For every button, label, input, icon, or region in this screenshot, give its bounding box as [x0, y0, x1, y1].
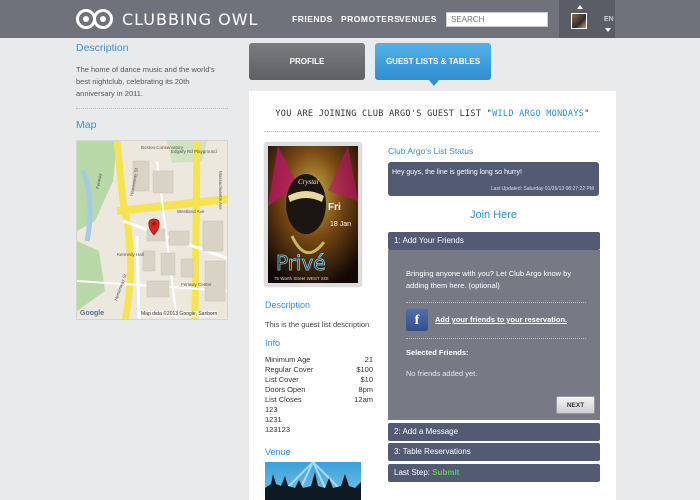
- map-label: Westland Ave: [177, 209, 205, 214]
- logo[interactable]: CLUBBING OWL: [76, 7, 258, 31]
- map-label: Edgwfy Rd Playground: [171, 149, 217, 154]
- search-input[interactable]: [446, 12, 548, 27]
- flyer-brand: Crystal: [298, 178, 319, 186]
- active-tab-pointer: [429, 80, 439, 86]
- nav-friends[interactable]: FRIENDS: [292, 14, 333, 24]
- info-row: Minimum Age 21: [265, 355, 373, 364]
- map-logo: Google: [80, 310, 105, 317]
- step-add-friends-text: Bringing anyone with you? Let Club Argo …: [406, 269, 572, 290]
- list-status-box: Hey guys, the line is getting long so hu…: [388, 162, 599, 196]
- venue-crowd-graphic: [265, 462, 361, 500]
- nav-venues[interactable]: VENUES: [399, 14, 437, 24]
- venue-map[interactable]: Boston Conservatory Edgwfy Rd Playground…: [76, 140, 228, 320]
- arrow-up-icon: [577, 5, 583, 9]
- venue-image[interactable]: [265, 462, 361, 500]
- step-add-friends[interactable]: 1: Add Your Friends: [388, 232, 600, 250]
- tab-profile[interactable]: PROFILE: [249, 43, 365, 80]
- flyer-day: Fri: [328, 202, 341, 213]
- chevron-down-icon[interactable]: [605, 28, 611, 32]
- list-status-heading: Club Argo's List Status: [388, 146, 474, 156]
- step-table-reservations[interactable]: 3: Table Reservations: [388, 443, 600, 461]
- info-row: 123: [265, 405, 278, 414]
- map-credit: Map data ©2013 Google, Sanborn: [141, 311, 218, 317]
- venue-heading: Venue: [265, 447, 291, 457]
- info-row: 1231: [265, 415, 282, 424]
- joining-heading: YOU ARE JOINING CLUB ARGO'S GUEST LIST "…: [249, 109, 616, 119]
- description-heading: Description: [265, 300, 311, 310]
- joining-suffix: ": [584, 109, 590, 119]
- guest-list-name: WILD ARGO MONDAYS: [492, 109, 585, 119]
- info-row: List Cover $10: [265, 375, 373, 384]
- flyer-address: 75 Warth Street WEST SOI: [274, 276, 329, 281]
- info-heading: Info: [265, 338, 281, 348]
- no-friends-text: No friends added yet.: [406, 369, 478, 378]
- divider: [406, 338, 586, 339]
- flyer-date: 18 Jan: [330, 221, 351, 228]
- status-updated: Last Updated: Saturday 01/26/13 08:27:22…: [490, 186, 594, 192]
- event-flyer[interactable]: Crystal Fri 18 Jan Privé 75 Warth Street…: [265, 143, 361, 286]
- divider: [406, 302, 586, 303]
- map-label: Fenway Center: [181, 282, 212, 287]
- add-friends-link[interactable]: Add your friends to your reservation.: [435, 315, 567, 324]
- venue-description-text: The home of dance music and the world's …: [76, 65, 215, 98]
- selected-friends-heading: Selected Friends:: [406, 348, 469, 357]
- last-step-label: Last Step:: [394, 468, 433, 477]
- info-table: Minimum Age 21 Regular Cover $100 List Cov…: [265, 355, 373, 435]
- flyer-graphic: Crystal Fri 18 Jan Privé 75 Warth Street…: [268, 146, 358, 283]
- status-message: Hey guys, the line is getting long so hu…: [392, 169, 522, 176]
- guest-list-description: This is the guest list description: [265, 320, 370, 329]
- submit-link[interactable]: Submit: [432, 468, 459, 477]
- divider: [76, 108, 228, 109]
- tab-guest-lists-tables[interactable]: GUEST LISTS & TABLES: [375, 43, 491, 80]
- divider: [264, 131, 600, 132]
- info-row: Regular Cover $100: [265, 365, 373, 374]
- map-label: Kennedy Hall: [117, 252, 144, 257]
- facebook-icon[interactable]: f: [406, 309, 428, 331]
- language-selector[interactable]: EN: [604, 16, 614, 23]
- map-graphic: Boston Conservatory Edgwfy Rd Playground…: [77, 141, 227, 319]
- owl-logo-icon: [76, 7, 116, 31]
- info-row: 123123: [265, 425, 291, 434]
- map-label: Massachusetts Ave: [218, 171, 223, 210]
- info-row: List Closes 12am: [265, 395, 373, 404]
- step-submit[interactable]: Last Step: Submit: [388, 464, 600, 482]
- flyer-title: Privé: [276, 251, 326, 275]
- next-button[interactable]: NEXT: [556, 396, 595, 414]
- logo-text: CLUBBING OWL: [122, 9, 259, 29]
- info-row: Doors Open 8pm: [265, 385, 373, 394]
- venue-description-heading: Description: [76, 42, 129, 54]
- join-here-heading: Join Here: [469, 209, 518, 221]
- nav-promoters[interactable]: PROMOTERS: [341, 14, 400, 24]
- step-add-message[interactable]: 2: Add a Message: [388, 423, 600, 441]
- map-heading: Map: [76, 119, 97, 131]
- joining-prefix: YOU ARE JOINING CLUB ARGO'S GUEST LIST ": [275, 109, 493, 119]
- avatar[interactable]: [571, 13, 587, 29]
